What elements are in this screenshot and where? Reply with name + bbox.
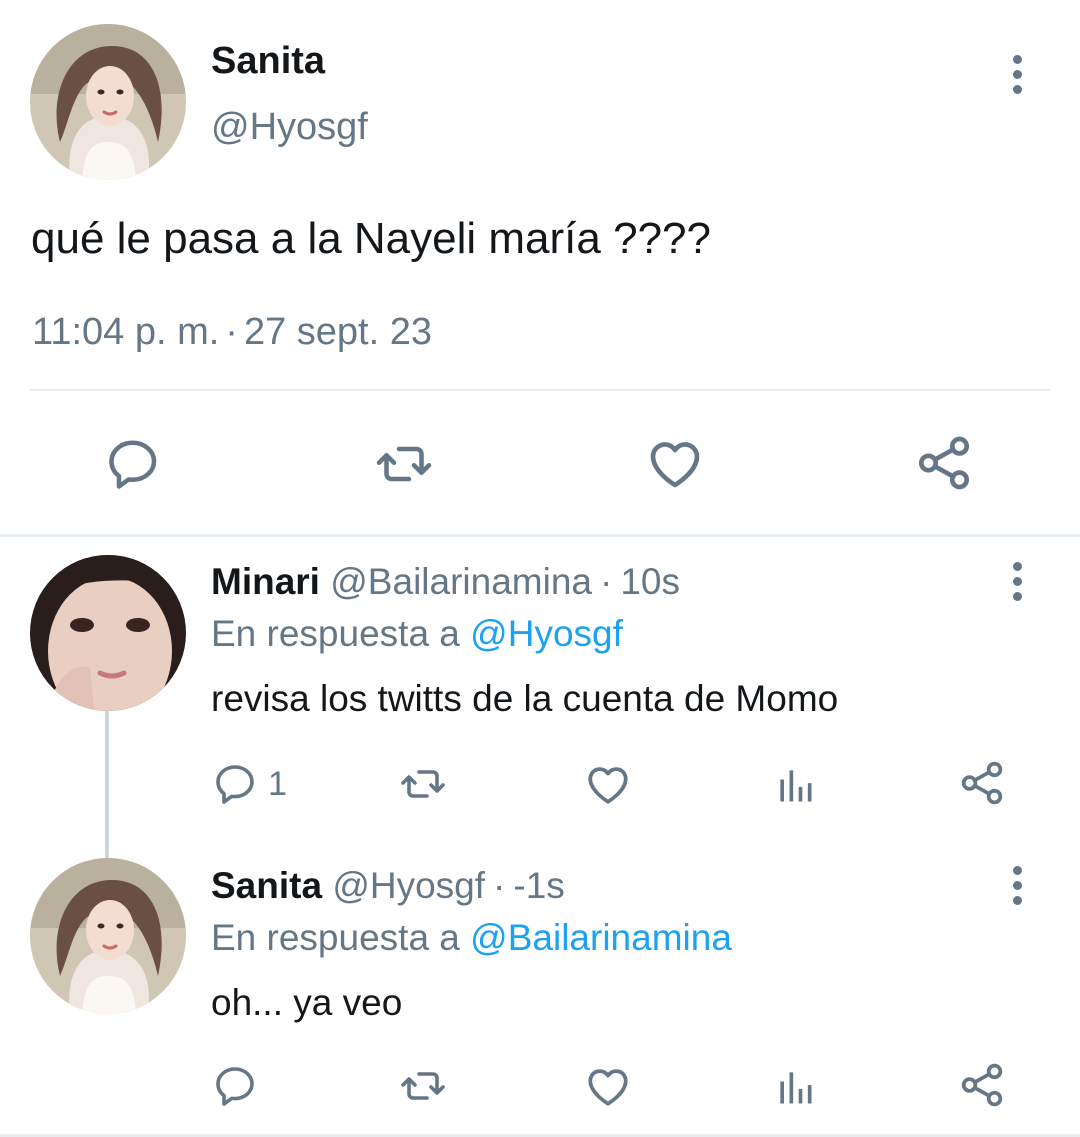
reply-header: Sanita @Hyosgf · -1s <box>211 864 565 908</box>
share-icon <box>957 758 1007 808</box>
analytics-icon <box>773 762 817 808</box>
reply-button[interactable] <box>104 434 164 494</box>
reply-header: Minari @Bailarinamina · 10s <box>211 560 680 604</box>
in-reply-to: En respuesta a @Hyosgf <box>211 612 623 656</box>
tweet-text: qué le pasa a la Nayeli maría ???? <box>31 214 711 263</box>
meta-separator: · <box>493 865 506 906</box>
reply-avatar[interactable] <box>30 555 186 711</box>
reply-time[interactable]: -1s <box>513 865 564 906</box>
retweet-button[interactable] <box>396 760 450 808</box>
thread-connector <box>105 711 109 858</box>
divider <box>30 389 1050 391</box>
section-divider <box>0 534 1080 537</box>
reply-text: oh... ya veo <box>211 982 403 1023</box>
share-button[interactable] <box>957 1060 1007 1110</box>
like-icon <box>644 432 706 494</box>
retweet-icon <box>370 434 438 494</box>
reply-handle[interactable]: @Bailarinamina <box>330 561 592 602</box>
retweet-icon <box>396 1062 450 1110</box>
like-icon <box>583 1061 633 1111</box>
share-button[interactable] <box>957 758 1007 808</box>
retweet-button[interactable] <box>396 1062 450 1110</box>
like-button[interactable] <box>583 759 633 809</box>
reply-button[interactable]: 1 <box>212 760 287 808</box>
analytics-button[interactable] <box>773 1064 817 1110</box>
reply-icon <box>212 1062 260 1110</box>
mention-link[interactable]: @Hyosgf <box>470 613 623 654</box>
retweet-icon <box>396 760 450 808</box>
reply-button[interactable] <box>212 1062 268 1110</box>
tweet-time: 11:04 p. m. <box>32 311 220 353</box>
author-handle[interactable]: @Hyosgf <box>211 104 368 150</box>
reply-count: 1 <box>268 764 287 803</box>
author-display-name[interactable]: Sanita <box>211 38 325 84</box>
reply-avatar[interactable] <box>30 858 186 1014</box>
reply-handle[interactable]: @Hyosgf <box>332 865 485 906</box>
analytics-button[interactable] <box>773 762 817 808</box>
mention-link[interactable]: @Bailarinamina <box>470 917 732 958</box>
share-icon <box>913 432 975 494</box>
reply-display-name[interactable]: Minari <box>211 561 320 602</box>
more-options-icon[interactable] <box>997 44 1037 104</box>
tweet-timestamp[interactable]: 11:04 p. m. · 27 sept. 23 <box>32 308 432 356</box>
reply-icon <box>212 760 260 808</box>
tweet-date: 27 sept. 23 <box>243 311 432 353</box>
in-reply-to: En respuesta a @Bailarinamina <box>211 916 732 960</box>
reply-text: revisa los twitts de la cuenta de Momo <box>211 678 839 719</box>
more-options-icon[interactable] <box>997 551 1037 611</box>
meta-separator: · <box>225 311 238 353</box>
meta-separator: · <box>599 561 613 602</box>
share-button[interactable] <box>913 432 975 494</box>
analytics-icon <box>773 1064 817 1110</box>
author-avatar[interactable] <box>30 24 186 180</box>
in-reply-prefix: En respuesta a <box>211 613 460 654</box>
in-reply-prefix: En respuesta a <box>211 917 460 958</box>
share-icon <box>957 1060 1007 1110</box>
like-button[interactable] <box>583 1061 633 1111</box>
reply-display-name[interactable]: Sanita <box>211 865 322 906</box>
like-button[interactable] <box>644 432 706 494</box>
retweet-button[interactable] <box>370 434 438 494</box>
reply-icon <box>104 434 164 494</box>
reply-time[interactable]: 10s <box>620 561 680 602</box>
like-icon <box>583 759 633 809</box>
more-options-icon[interactable] <box>997 855 1037 915</box>
